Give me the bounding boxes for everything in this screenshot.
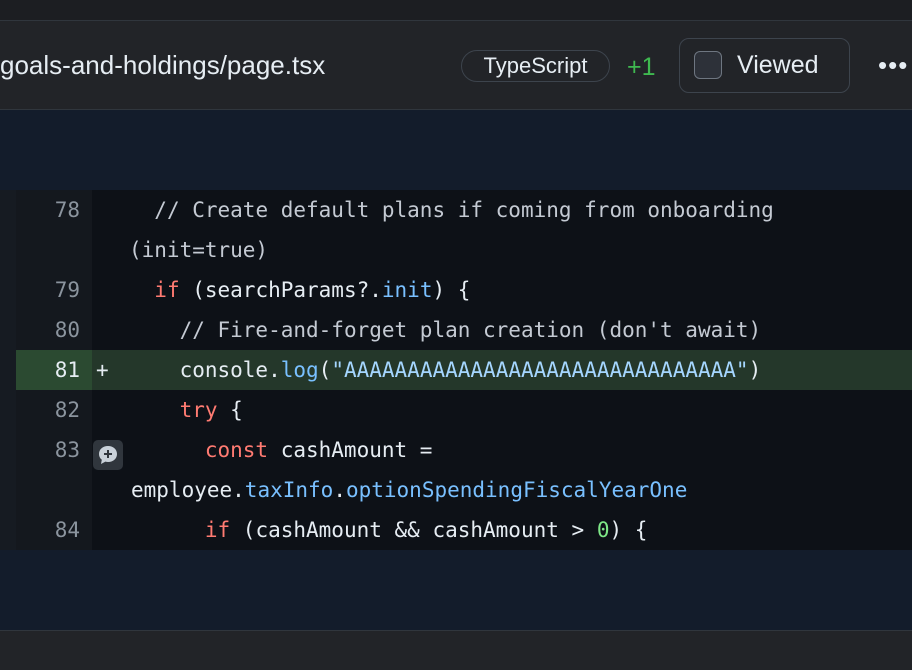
checkbox-icon[interactable] <box>694 51 722 79</box>
line-number[interactable]: 78 <box>55 190 80 230</box>
hunk-expander[interactable] <box>0 110 912 190</box>
viewed-label: Viewed <box>737 51 819 79</box>
next-file-header <box>0 630 912 670</box>
line-number[interactable]: 84 <box>55 510 80 550</box>
diff-line-80[interactable]: 80 // Fire-and-forget plan creation (don… <box>16 310 912 350</box>
left-strip <box>0 190 16 550</box>
file-path[interactable]: goals-and-holdings/page.tsx <box>0 50 325 81</box>
code-line: const cashAmount = <box>204 438 433 462</box>
diff-line-79[interactable]: 79 if (searchParams?.init) { <box>16 270 912 310</box>
language-badge: TypeScript <box>461 50 610 82</box>
line-number[interactable]: 79 <box>55 270 80 310</box>
code-line-wrap: employee.taxInfo.optionSpendingFiscalYea… <box>131 478 688 502</box>
diff-line-84[interactable]: 84 if (cashAmount && cashAmount > 0) { <box>16 510 912 550</box>
code-line: console.log("AAAAAAAAAAAAAAAAAAAAAAAAAAA… <box>179 358 762 382</box>
added-marker: + <box>96 358 109 382</box>
code-line: // Create default plans if coming from o… <box>154 198 774 222</box>
top-strip <box>0 0 912 21</box>
diff-line-78[interactable]: 78 // Create default plans if coming fro… <box>16 190 912 270</box>
diff-line-82[interactable]: 82 try { <box>16 390 912 430</box>
code-line-wrap: (init=true) <box>129 238 269 262</box>
line-number[interactable]: 81 <box>55 350 80 390</box>
diff-line-83[interactable]: 83 const cashAmount = employee.taxInfo.o… <box>16 430 912 510</box>
diff-line-81-added[interactable]: 81 + console.log("AAAAAAAAAAAAAAAAAAAAAA… <box>16 350 912 390</box>
code-line: // Fire-and-forget plan creation (don't … <box>179 318 762 342</box>
diff-code-area: 78 // Create default plans if coming fro… <box>0 190 912 550</box>
code-line: if (searchParams?.init) { <box>154 278 471 302</box>
file-header: goals-and-holdings/page.tsx TypeScript +… <box>0 21 912 110</box>
add-comment-icon[interactable] <box>93 440 123 470</box>
code-line: try { <box>179 398 243 422</box>
hunk-expander-bottom[interactable] <box>0 550 912 630</box>
ellipsis-icon[interactable]: ••• <box>878 52 908 78</box>
viewed-toggle[interactable]: Viewed <box>679 38 850 93</box>
added-lines-count: +1 <box>627 53 656 81</box>
line-number[interactable]: 80 <box>55 310 80 350</box>
code-line: if (cashAmount && cashAmount > 0) { <box>204 518 648 542</box>
line-number[interactable]: 83 <box>55 430 80 470</box>
line-number[interactable]: 82 <box>55 390 80 430</box>
